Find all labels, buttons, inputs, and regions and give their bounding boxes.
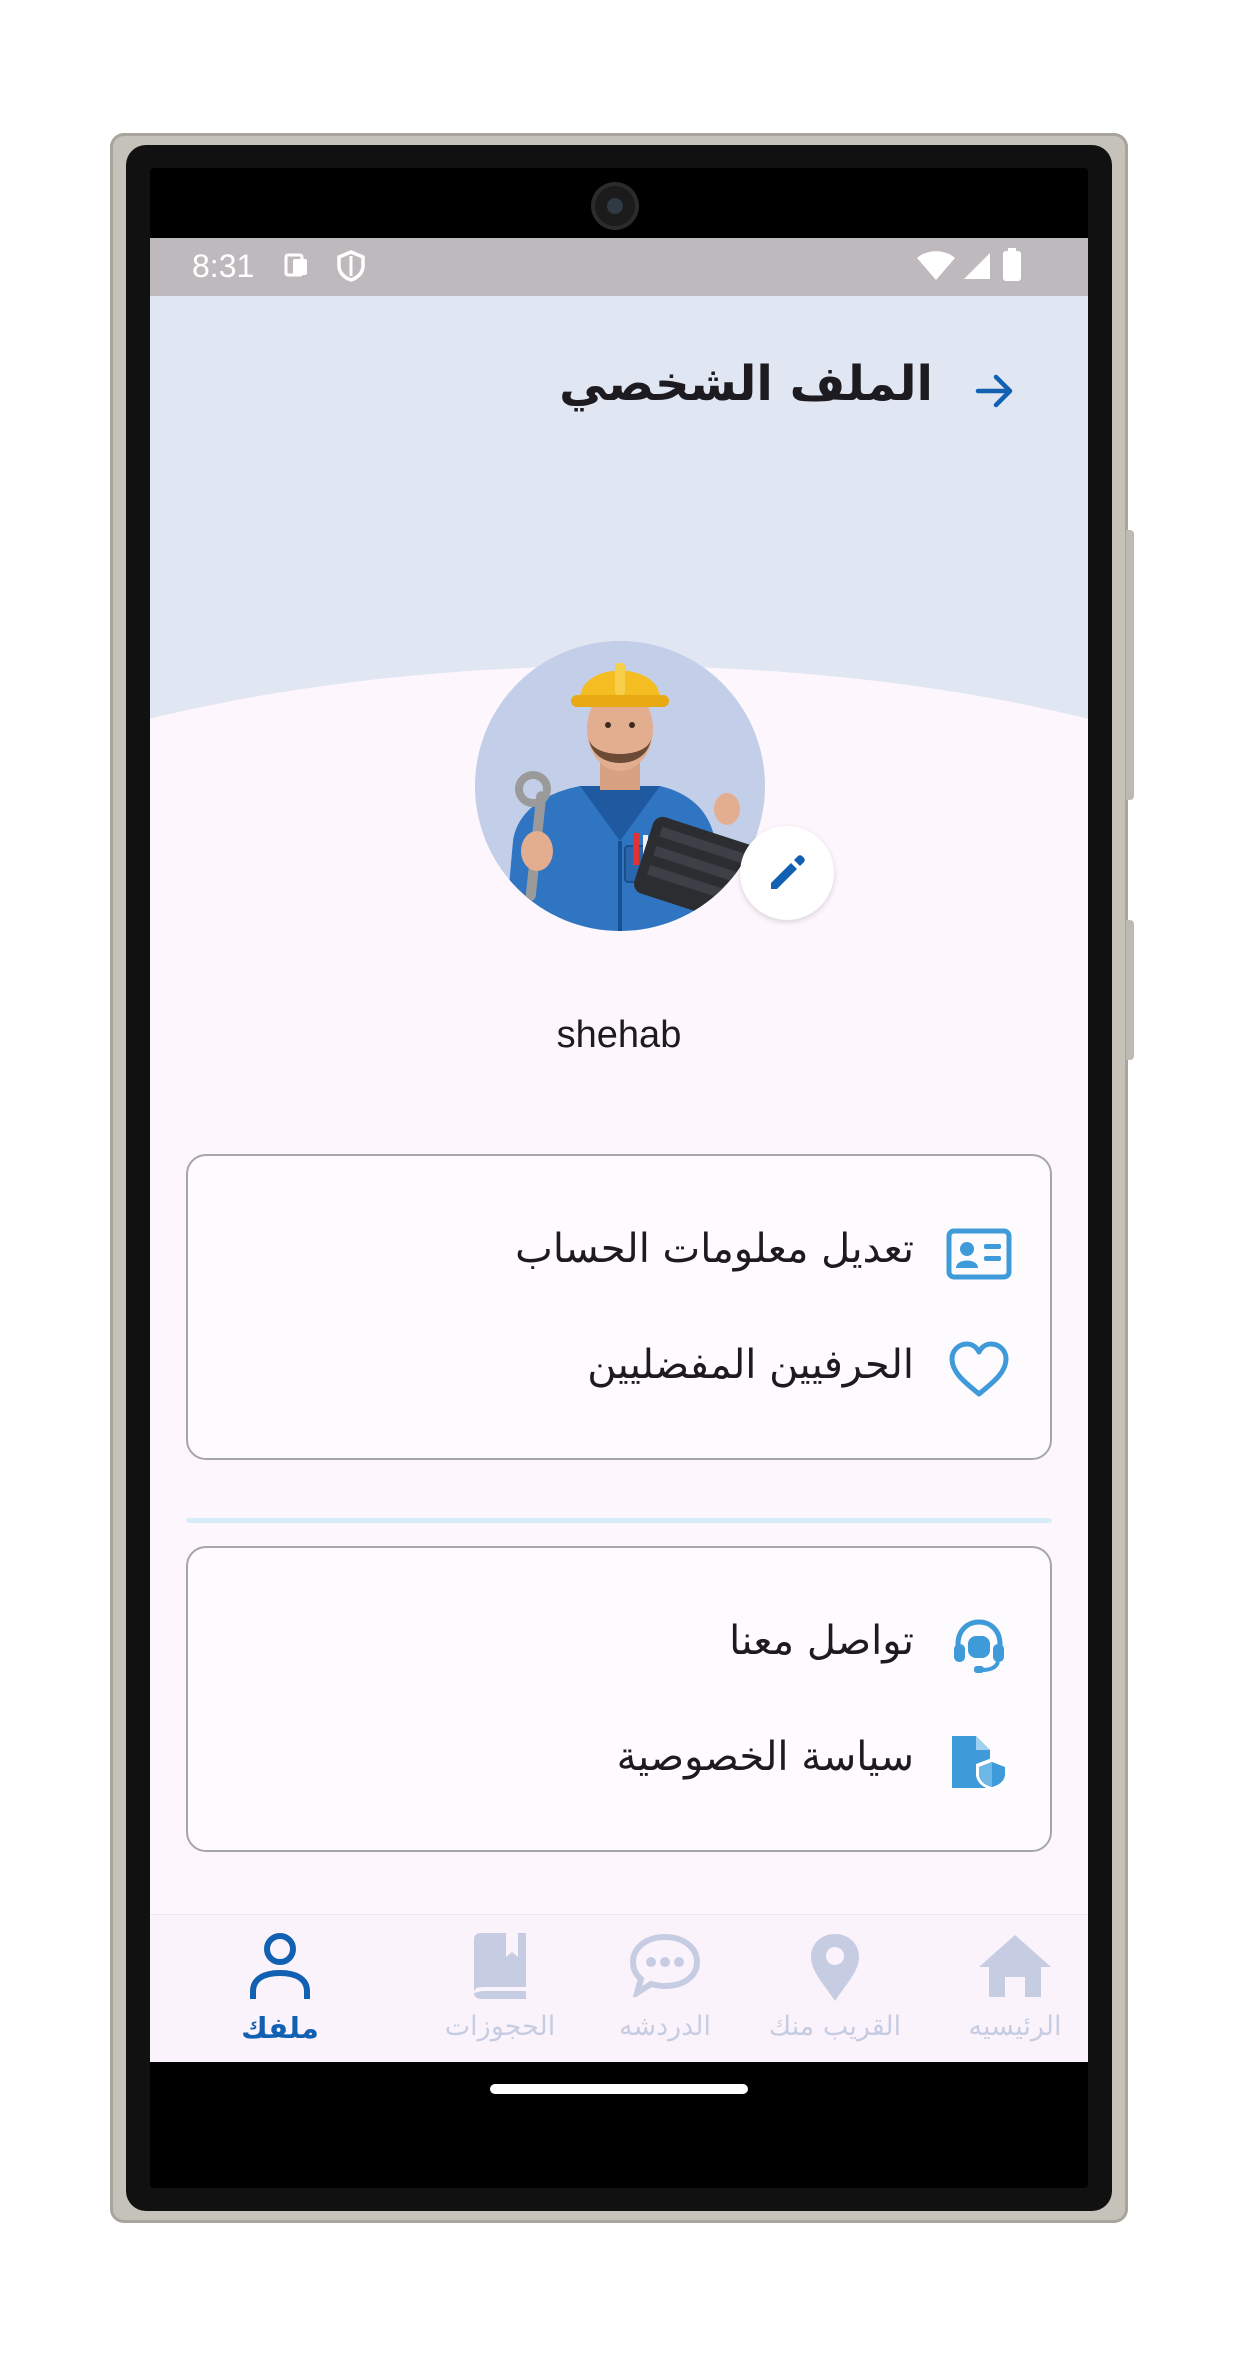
section-divider (186, 1518, 1052, 1523)
nav-label: القريب منك (768, 2011, 902, 2042)
pencil-icon (771, 855, 805, 889)
nav-item-nearby[interactable]: القريب منك (760, 1915, 910, 2062)
menu-item-favorite-craftsmen[interactable]: الحرفيين المفضليين (184, 1330, 1050, 1410)
username: shehab (556, 1014, 682, 1056)
nav-label: الرئيسيه (968, 2011, 1062, 2042)
edit-avatar-button[interactable] (740, 826, 834, 920)
back-button[interactable] (972, 368, 1018, 414)
page-title: الملف الشخصي (559, 356, 933, 412)
front-camera (595, 186, 635, 226)
menu-item-label: الحرفيين المفضليين (587, 1342, 914, 1388)
nav-item-profile[interactable]: ملفك (220, 1915, 340, 2062)
shield-icon (336, 250, 366, 290)
home-indicator[interactable] (490, 2084, 748, 2094)
profile-page: الملف الشخصي shehab تعديل معلومات الحساب… (150, 296, 1088, 2062)
headset-icon (946, 1616, 1012, 1676)
menu-item-label: سياسة الخصوصية (616, 1734, 914, 1780)
nav-item-home[interactable]: الرئيسيه (950, 1915, 1080, 2062)
system-nav-bar (150, 2062, 1088, 2188)
heart-icon (946, 1340, 1012, 1400)
worker-avatar[interactable] (475, 641, 765, 931)
privacy-document-icon (946, 1732, 1012, 1792)
bookings-icon (468, 1931, 532, 2005)
menu-item-privacy-policy[interactable]: سياسة الخصوصية (184, 1722, 1050, 1802)
screen: 8:31 الملف الشخصي shehab تعديل معلومات ا… (150, 168, 1088, 2188)
nav-label: الحجوزات (444, 2011, 556, 2042)
nav-label: الدردشه (618, 2011, 712, 2042)
battery-icon (1002, 248, 1022, 290)
sim-card-icon (282, 250, 312, 288)
bottom-navigation: الرئيسيه القريب منك الدردشه الحجوزات ملف… (150, 1914, 1088, 2062)
menu-item-label: تعديل معلومات الحساب (515, 1226, 914, 1272)
wifi-icon (916, 250, 956, 290)
nav-item-bookings[interactable]: الحجوزات (435, 1915, 565, 2062)
nav-item-chat[interactable]: الدردشه (605, 1915, 725, 2062)
menu-item-label: تواصل معنا (729, 1618, 914, 1664)
home-icon (975, 1931, 1055, 2005)
location-pin-icon (805, 1931, 865, 2007)
power-button (1126, 920, 1134, 1060)
person-icon (248, 1931, 312, 2007)
id-card-icon (946, 1224, 1012, 1284)
menu-item-edit-account[interactable]: تعديل معلومات الحساب (184, 1214, 1050, 1294)
account-settings-card: تعديل معلومات الحساب الحرفيين المفضليين (186, 1154, 1052, 1460)
status-time: 8:31 (192, 248, 255, 284)
signal-icon (962, 251, 992, 289)
arrow-right-icon (975, 374, 1013, 408)
nav-label: ملفك (241, 2011, 319, 2045)
volume-button (1126, 530, 1134, 800)
menu-item-contact-us[interactable]: تواصل معنا (184, 1606, 1050, 1686)
chat-bubble-icon (629, 1931, 701, 2001)
status-bar: 8:31 (150, 238, 1088, 296)
support-card: تواصل معنا سياسة الخصوصية (186, 1546, 1052, 1852)
